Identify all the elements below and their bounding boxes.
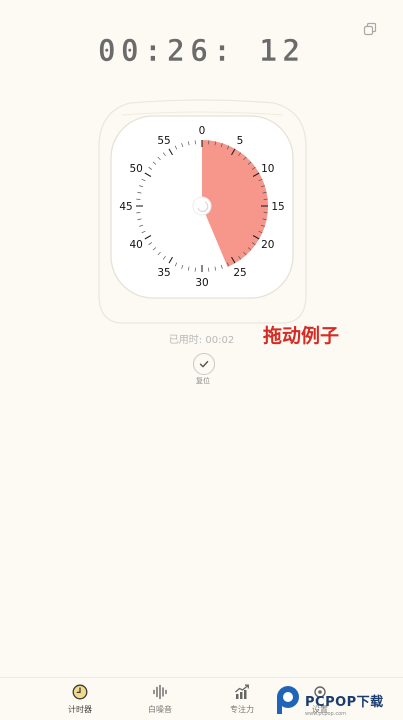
dial-label: 30 — [195, 277, 208, 289]
trend-chart-icon — [235, 684, 249, 699]
pcpop-watermark: PCPOP下载 www.pcpop.com — [275, 682, 401, 718]
tab-label: 计时器 — [68, 705, 92, 714]
dial-label: 45 — [119, 201, 132, 213]
dial-label: 55 — [157, 135, 170, 147]
dial-label: 50 — [129, 163, 142, 175]
sound-wave-icon — [153, 684, 167, 700]
dial-label: 15 — [271, 201, 284, 213]
dial-label: 0 — [199, 125, 206, 137]
dial-label: 25 — [233, 267, 246, 279]
reset-button[interactable] — [193, 353, 215, 375]
tab-label: 白噪音 — [148, 705, 172, 714]
tab-focus[interactable]: 专注力 — [212, 683, 272, 715]
watermark-text: PCPOP下载 — [305, 694, 384, 710]
reset-label: 复位 — [196, 377, 210, 385]
digital-timer-display: 00:26: 12 — [97, 34, 306, 70]
dial-label: 5 — [237, 135, 244, 147]
elapsed-time-label: 已用时: 00:02 — [168, 335, 235, 346]
timer-device: 0 5 10 15 20 25 30 35 40 45 50 55 — [98, 99, 307, 324]
pcpop-logo-icon — [277, 686, 299, 714]
tab-white-noise[interactable]: 白噪音 — [130, 683, 190, 715]
dial-label: 35 — [157, 267, 170, 279]
drag-example-annotation: 拖动例子 — [263, 325, 340, 347]
watermark-subtext: www.pcpop.com — [305, 711, 346, 717]
tab-timer[interactable]: 计时器 — [50, 683, 110, 715]
dial-label: 40 — [129, 239, 142, 251]
dial-label: 10 — [261, 163, 274, 175]
dial-label: 20 — [261, 239, 274, 251]
check-icon — [199, 360, 209, 368]
tab-label: 专注力 — [230, 705, 254, 714]
timer-icon — [72, 684, 88, 700]
